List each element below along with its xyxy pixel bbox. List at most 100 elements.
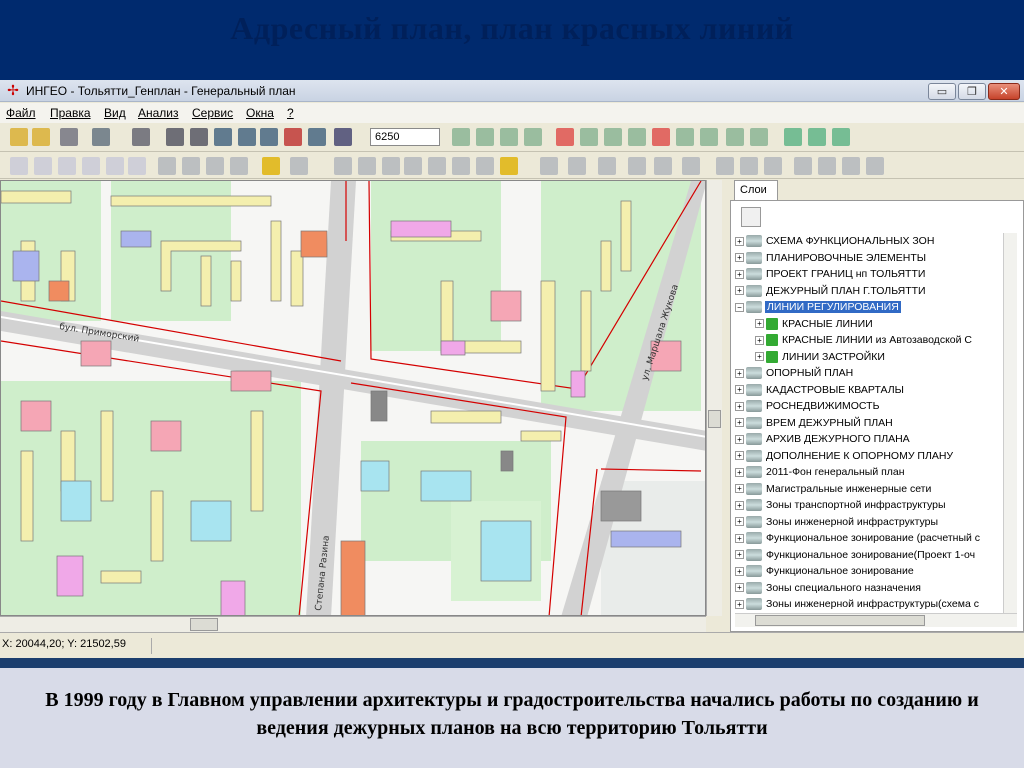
edit-tool-28-icon[interactable] [740, 157, 758, 175]
map-vscroll-thumb[interactable] [708, 410, 721, 428]
table3-icon[interactable] [500, 128, 518, 146]
chat-icon[interactable] [750, 128, 768, 146]
expand-toggle-icon[interactable]: + [735, 500, 744, 510]
grid-icon[interactable] [524, 128, 542, 146]
layer-item[interactable]: + Зоны инженерной инфраструктуры [735, 514, 1001, 531]
layer-item[interactable]: + РОСНЕДВИЖИМОСТЬ [735, 398, 1001, 415]
map-horizontal-scrollbar[interactable] [0, 616, 706, 632]
expand-toggle-icon[interactable]: + [735, 517, 744, 527]
zoom-window-icon[interactable] [308, 128, 326, 146]
layer-item[interactable]: + ВРЕМ ДЕЖУРНЫЙ ПЛАН [735, 415, 1001, 432]
expand-toggle-icon[interactable]: + [735, 269, 744, 279]
layer-item[interactable]: + ПРОЕКТ ГРАНИЦ нп ТОЛЬЯТТИ [735, 266, 1001, 283]
map-canvas[interactable]: бул. Приморский ул. Маршала Жукова Степа… [1, 181, 706, 616]
open-icon[interactable] [10, 128, 28, 146]
stack-icon[interactable] [676, 128, 694, 146]
layer-item[interactable]: +2011-Фон генеральный план [735, 464, 1001, 481]
map-view[interactable]: бул. Приморский ул. Маршала Жукова Степа… [0, 180, 706, 616]
edit-tool-19-icon[interactable] [476, 157, 494, 175]
expand-toggle-icon[interactable]: + [755, 319, 764, 329]
nav1-icon[interactable] [784, 128, 802, 146]
table2-icon[interactable] [476, 128, 494, 146]
layer-item[interactable]: + ПЛАНИРОВОЧНЫЕ ЭЛЕМЕНТЫ [735, 250, 1001, 267]
edit-tool-9-icon[interactable] [206, 157, 224, 175]
edit-tool-2-icon[interactable] [34, 157, 52, 175]
layer-item[interactable]: + Зоны инженерной инфраструктуры(схема с [735, 596, 1001, 613]
layer-item[interactable]: + ДЕЖУРНЫЙ ПЛАН Г.ТОЛЬЯТТИ [735, 283, 1001, 300]
menu-file[interactable]: Файл [6, 106, 36, 120]
layer-item[interactable]: + КАДАСТРОВЫЕ КВАРТАЛЫ [735, 382, 1001, 399]
help-icon[interactable] [726, 128, 744, 146]
expand-toggle-icon[interactable]: + [735, 236, 744, 246]
find-icon[interactable] [92, 128, 110, 146]
edit-tool-21-icon[interactable] [540, 157, 558, 175]
expand-toggle-icon[interactable]: + [735, 583, 744, 593]
zoom-in-icon[interactable] [238, 128, 256, 146]
edit-tool-4-icon[interactable] [82, 157, 100, 175]
tab-layers[interactable]: Слои [734, 180, 778, 200]
edit-tool-22-icon[interactable] [568, 157, 586, 175]
layer-item[interactable]: + Зоны специального назначения [735, 580, 1001, 597]
save-icon[interactable] [32, 128, 50, 146]
expand-toggle-icon[interactable]: + [735, 286, 744, 296]
zoom-extent-icon[interactable] [284, 128, 302, 146]
layer-item[interactable]: − ЛИНИИ РЕГУЛИРОВАНИЯ [735, 299, 1001, 316]
expand-toggle-icon[interactable]: − [735, 302, 744, 312]
hand-icon[interactable] [190, 128, 208, 146]
edit-tool-7-icon[interactable] [158, 157, 176, 175]
layers-icon[interactable] [580, 128, 598, 146]
layer-tree-vertical-scrollbar[interactable] [1003, 233, 1017, 613]
no-edit-icon[interactable] [556, 128, 574, 146]
layer-item[interactable]: + Функциональное зонирование(Проект 1-оч [735, 547, 1001, 564]
print-icon[interactable] [60, 128, 78, 146]
layer-properties-icon[interactable] [741, 207, 761, 227]
edit-tool-8-icon[interactable] [182, 157, 200, 175]
edit-tool-23-icon[interactable] [598, 157, 616, 175]
scissors-icon[interactable] [700, 128, 718, 146]
link-icon[interactable] [628, 128, 646, 146]
layer-item[interactable]: + Зоны транспортной инфраструктуры [735, 497, 1001, 514]
export-icon[interactable] [132, 128, 150, 146]
edit-tool-26-icon[interactable] [682, 157, 700, 175]
layer-tree-horizontal-scrollbar[interactable] [735, 613, 1017, 627]
nav2-icon[interactable] [808, 128, 826, 146]
edit-tool-12-icon[interactable] [290, 157, 308, 175]
layer-select-icon[interactable] [334, 128, 352, 146]
zoom-out-icon[interactable] [260, 128, 278, 146]
menu-windows[interactable]: Окна [246, 106, 274, 120]
expand-toggle-icon[interactable]: + [755, 335, 764, 345]
expand-toggle-icon[interactable]: + [735, 550, 744, 560]
edit-tool-25-icon[interactable] [654, 157, 672, 175]
expand-toggle-icon[interactable]: + [755, 352, 764, 362]
edit-tool-30-icon[interactable] [794, 157, 812, 175]
expand-toggle-icon[interactable]: + [735, 566, 744, 576]
layer-item[interactable]: + Функциональное зонирование (расчетный с [735, 530, 1001, 547]
expand-toggle-icon[interactable]: + [735, 599, 744, 609]
edit-tool-29-icon[interactable] [764, 157, 782, 175]
edit-tool-11-icon[interactable] [262, 157, 280, 175]
nav3-icon[interactable] [832, 128, 850, 146]
edit-tool-6-icon[interactable] [128, 157, 146, 175]
close-button[interactable]: ✕ [988, 83, 1020, 100]
expand-toggle-icon[interactable]: + [735, 467, 744, 477]
restore-button[interactable]: ❐ [958, 83, 986, 100]
expand-toggle-icon[interactable]: + [735, 418, 744, 428]
edit-tool-15-icon[interactable] [382, 157, 400, 175]
edit-tool-16-icon[interactable] [404, 157, 422, 175]
layer-child-item[interactable]: + КРАСНЫЕ ЛИНИИ [735, 316, 1001, 333]
menu-analysis[interactable]: Анализ [138, 106, 179, 120]
pan-icon[interactable] [166, 128, 184, 146]
table-icon[interactable] [452, 128, 470, 146]
layer-child-item[interactable]: + КРАСНЫЕ ЛИНИИ из Автозаводской С [735, 332, 1001, 349]
tree-hscroll-thumb[interactable] [755, 615, 925, 626]
zoom-icon[interactable] [214, 128, 232, 146]
expand-toggle-icon[interactable]: + [735, 385, 744, 395]
layer-item[interactable]: + ОПОРНЫЙ ПЛАН [735, 365, 1001, 382]
map-vertical-scrollbar[interactable] [706, 180, 722, 616]
expand-toggle-icon[interactable]: + [735, 434, 744, 444]
edit-tool-3-icon[interactable] [58, 157, 76, 175]
menu-help[interactable]: ? [287, 106, 294, 120]
layer-item[interactable]: + Магистральные инженерные сети [735, 481, 1001, 498]
expand-toggle-icon[interactable]: + [735, 253, 744, 263]
edit-tool-14-icon[interactable] [358, 157, 376, 175]
